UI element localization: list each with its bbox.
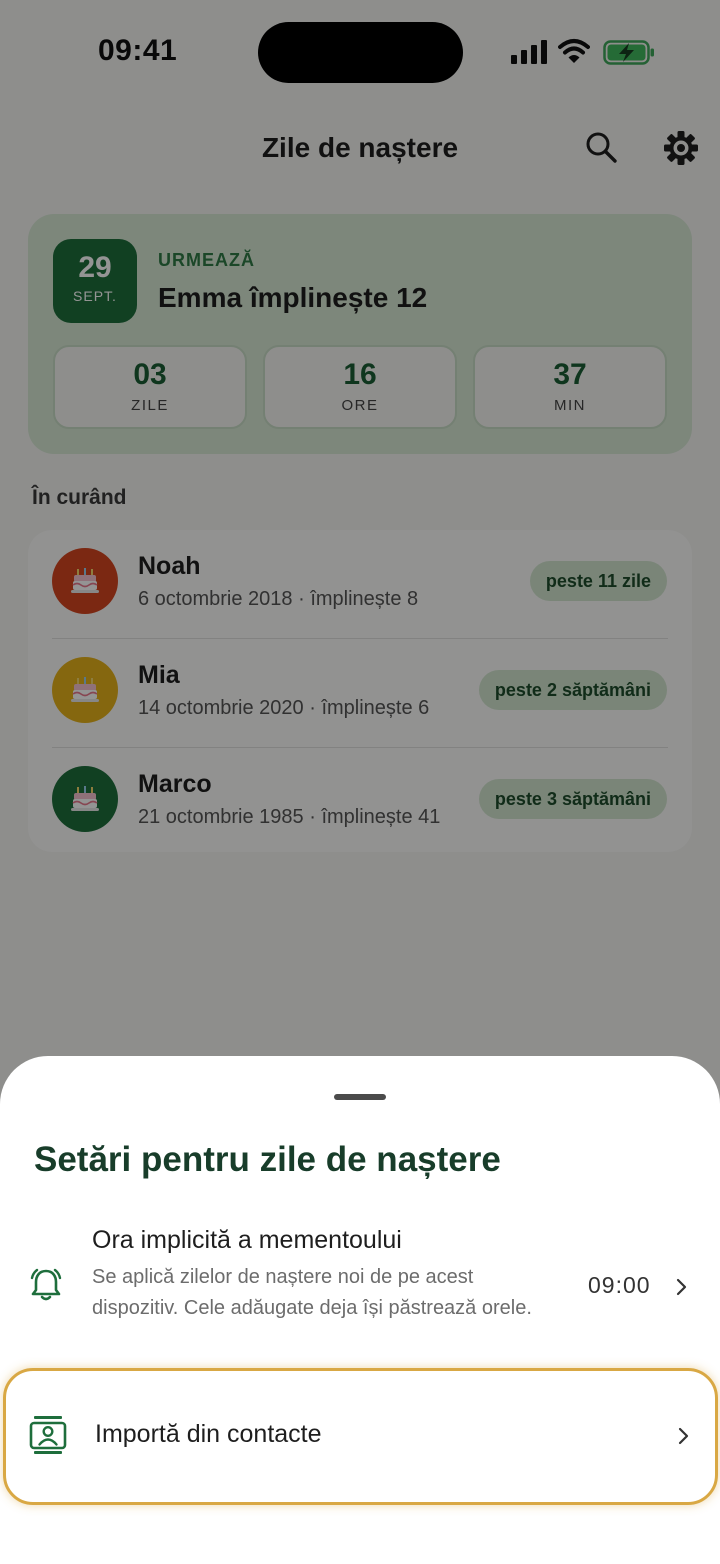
contact-card-icon [29, 1416, 67, 1454]
bell-icon [30, 1268, 62, 1301]
chevron-right-icon [676, 1278, 687, 1296]
sheet-drag-handle[interactable] [334, 1094, 386, 1100]
import-contacts-row[interactable]: Importă din contacte [3, 1368, 718, 1505]
reminder-description: Se aplică zilelor de naștere noi de pe a… [92, 1266, 532, 1319]
settings-bottom-sheet: Setări pentru zile de naștere Ora implic… [0, 1056, 720, 1564]
default-reminder-time-row[interactable]: Ora implicită a mementoului Se aplică zi… [0, 1216, 720, 1366]
sheet-title: Setări pentru zile de naștere [34, 1140, 501, 1179]
reminder-title: Ora implicită a mementoului [92, 1226, 402, 1254]
import-contacts-label: Importă din contacte [95, 1420, 322, 1448]
chevron-right-icon [678, 1427, 689, 1445]
reminder-time-value: 09:00 [588, 1272, 651, 1298]
